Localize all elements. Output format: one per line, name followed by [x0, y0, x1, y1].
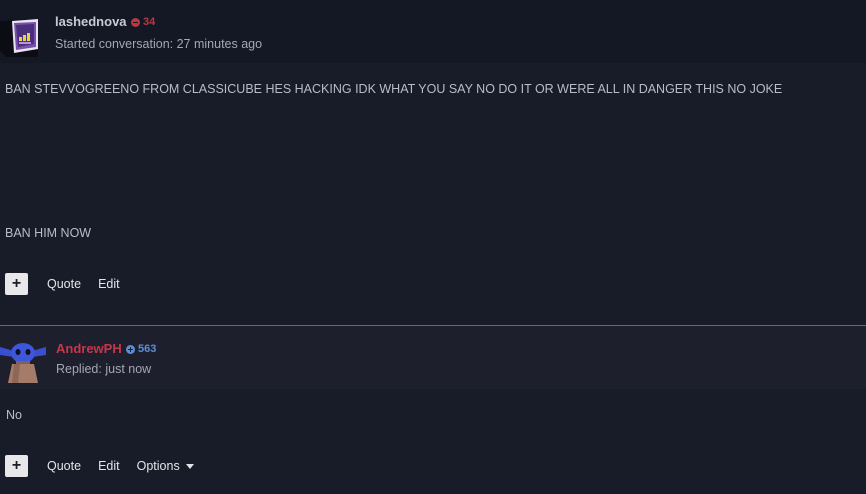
- reputation-value: 34: [143, 16, 156, 28]
- edit-button[interactable]: Edit: [98, 459, 120, 473]
- quote-button[interactable]: Quote: [47, 277, 81, 291]
- post-body-line: BAN STEVVOGREENO FROM CLASSICUBE HES HAC…: [5, 82, 783, 96]
- minus-circle-icon: [131, 17, 140, 27]
- plus-button[interactable]: +: [5, 273, 28, 295]
- quote-button[interactable]: Quote: [47, 459, 81, 473]
- post-actions: + Quote Edit Options: [5, 455, 194, 477]
- post-header: [0, 326, 866, 389]
- username[interactable]: lashednova: [55, 14, 127, 29]
- username[interactable]: AndrewPH: [56, 341, 122, 356]
- post-body-line: BAN HIM NOW: [5, 226, 92, 240]
- post-lashednova: lashednova 34 Started conversation: 27 m…: [0, 0, 866, 325]
- post-meta: Started conversation: 27 minutes ago: [55, 37, 263, 51]
- post-actions: + Quote Edit: [5, 273, 120, 295]
- post-header: lashednova 34 Started conversation: 27 m…: [0, 0, 866, 63]
- edit-button[interactable]: Edit: [98, 277, 120, 291]
- options-dropdown[interactable]: Options: [137, 459, 194, 473]
- plus-circle-icon: [126, 344, 135, 354]
- post-andrewph: AndrewPH 563 Replied: just now No + Quot…: [0, 326, 866, 494]
- avatar[interactable]: [0, 337, 46, 383]
- chevron-down-icon: [185, 464, 194, 470]
- reputation-value: 563: [138, 343, 157, 355]
- reputation-badge: 34: [131, 16, 155, 28]
- avatar[interactable]: [0, 13, 42, 57]
- post-meta: Replied: just now: [56, 362, 152, 376]
- post-body-line: No: [6, 408, 22, 422]
- reputation-badge: 563: [126, 343, 156, 355]
- options-label: Options: [136, 459, 180, 473]
- plus-button[interactable]: +: [5, 455, 28, 477]
